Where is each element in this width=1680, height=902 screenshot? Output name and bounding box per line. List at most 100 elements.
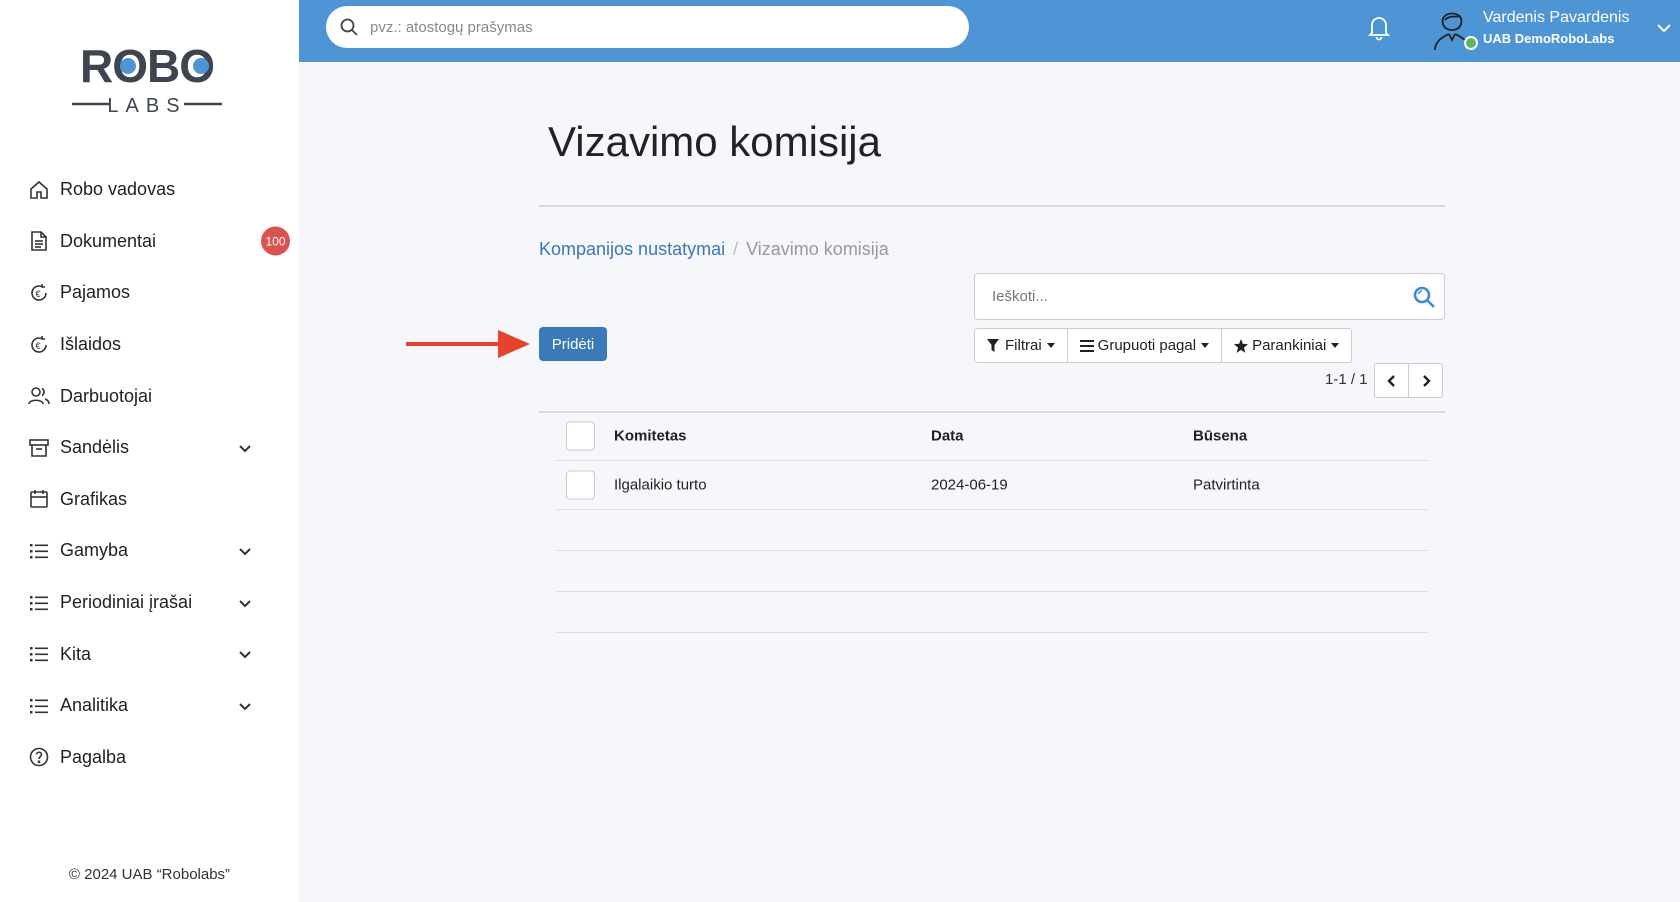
chevron-down-icon: [239, 703, 251, 711]
sidebar-item-darbuotojai[interactable]: Darbuotojai: [0, 370, 299, 422]
sidebar-item-pajamos[interactable]: € Pajamos: [0, 267, 299, 319]
filter-icon: [987, 339, 1001, 353]
euro-refresh-icon: €: [28, 334, 50, 356]
column-header-committee[interactable]: Komitetas: [614, 428, 687, 445]
table-header-row: Komitetas Data Būsena: [556, 412, 1428, 461]
table-row[interactable]: Ilgalaikio turto 2024-06-19 Patvirtinta: [556, 461, 1428, 510]
sidebar-item-robo-vadovas[interactable]: Robo vadovas: [0, 164, 299, 216]
user-name[interactable]: Vardenis Pavardenis: [1483, 9, 1629, 27]
sidebar-item-sandelis[interactable]: Sandėlis: [0, 422, 299, 474]
records-search[interactable]: [974, 273, 1445, 320]
home-icon: [28, 179, 50, 201]
empty-table-row: [556, 551, 1428, 592]
sidebar-item-label: Analitika: [60, 695, 129, 716]
page-title: Vizavimo komisija: [548, 118, 881, 165]
euro-refresh-icon: €: [28, 282, 50, 304]
breadcrumb-current: Vizavimo komisija: [746, 239, 889, 259]
title-divider: [539, 205, 1445, 207]
sidebar-item-kita[interactable]: Kita: [0, 628, 299, 680]
bars-icon: [1079, 339, 1094, 353]
filters-label: Filtrai: [1005, 337, 1042, 354]
robolabs-logo[interactable]: ROBO LABS: [70, 38, 225, 118]
pager-next-button[interactable]: [1408, 363, 1443, 398]
list-icon: [28, 540, 50, 562]
user-company[interactable]: UAB DemoRoboLabs: [1483, 31, 1614, 46]
sidebar-item-periodiniai-irasai[interactable]: Periodiniai įrašai: [0, 577, 299, 629]
sidebar-item-label: Sandėlis: [60, 437, 130, 458]
copyright-text: © 2024 UAB “Robolabs”: [68, 866, 231, 883]
chevron-left-icon: [1386, 374, 1395, 387]
list-icon: [28, 643, 50, 665]
archive-icon: [28, 437, 50, 459]
records-table: Komitetas Data Būsena Ilgalaikio turto 2…: [556, 412, 1428, 633]
sidebar-item-label: Darbuotojai: [60, 385, 153, 406]
chevron-down-icon: [239, 548, 251, 556]
sidebar-item-label: Pagalba: [60, 746, 127, 767]
status-cell: Patvirtinta: [1193, 476, 1260, 494]
document-icon: [28, 230, 50, 252]
bell-icon[interactable]: [1364, 12, 1394, 42]
svg-text:€: €: [36, 341, 41, 351]
committee-cell: Ilgalaikio turto: [614, 476, 707, 494]
sidebar-item-grafikas[interactable]: Grafikas: [0, 474, 299, 526]
sidebar-item-islaidos[interactable]: € Išlaidos: [0, 319, 299, 371]
logo-bottom-text: LABS: [107, 95, 186, 117]
online-status-indicator: [1464, 36, 1478, 50]
favorites-dropdown-button[interactable]: Parankiniai: [1221, 328, 1353, 363]
sidebar-item-label: Dokumentai: [60, 230, 157, 251]
search-icon: [340, 18, 358, 36]
empty-table-row: [556, 510, 1428, 551]
chevron-down-icon: [239, 445, 251, 453]
sidebar-item-label: Grafikas: [60, 488, 128, 509]
breadcrumb-parent-link[interactable]: Kompanijos nustatymai: [539, 239, 725, 259]
global-search-input[interactable]: [370, 18, 930, 36]
calendar-icon: [28, 488, 50, 510]
documents-count-badge: 100: [261, 226, 290, 256]
caret-down-icon: [1046, 343, 1055, 348]
chevron-right-icon: [1422, 374, 1431, 387]
svg-text:€: €: [36, 289, 41, 299]
sidebar: ROBO LABS Robo vadovas Dokumentai 100 € …: [0, 0, 299, 902]
sidebar-item-label: Išlaidos: [60, 334, 122, 355]
add-button[interactable]: Pridėti: [539, 327, 607, 361]
sidebar-item-dokumentai[interactable]: Dokumentai 100: [0, 216, 299, 268]
column-header-status[interactable]: Būsena: [1193, 428, 1247, 445]
sidebar-item-analitika[interactable]: Analitika: [0, 680, 299, 732]
global-search[interactable]: [326, 6, 969, 48]
caret-down-icon: [1201, 343, 1210, 348]
records-search-input[interactable]: [992, 288, 1392, 305]
group-by-dropdown-button[interactable]: Grupuoti pagal: [1066, 328, 1223, 363]
date-cell: 2024-06-19: [931, 476, 1008, 494]
row-checkbox[interactable]: [566, 470, 595, 500]
red-arrow-annotation: [406, 330, 530, 358]
list-icon: [28, 695, 50, 717]
breadcrumb-separator: /: [733, 239, 739, 259]
pager-value: 1-1 / 1: [1325, 371, 1368, 388]
sidebar-item-gamyba[interactable]: Gamyba: [0, 525, 299, 577]
group-by-label: Grupuoti pagal: [1097, 337, 1197, 354]
chevron-down-icon: [239, 651, 251, 659]
breadcrumb: Kompanijos nustatymai / Vizavimo komisija: [539, 239, 889, 260]
column-header-date[interactable]: Data: [931, 428, 964, 445]
sidebar-nav: Robo vadovas Dokumentai 100 € Pajamos € …: [0, 164, 299, 783]
sidebar-item-label: Pajamos: [60, 282, 131, 303]
search-icon[interactable]: [1412, 285, 1436, 309]
users-icon: [28, 385, 50, 407]
empty-table-row: [556, 592, 1428, 633]
caret-down-icon: [1331, 343, 1340, 348]
topbar: Vardenis Pavardenis UAB DemoRoboLabs: [299, 0, 1680, 62]
chevron-down-icon: [239, 599, 251, 607]
pager-previous-button[interactable]: [1374, 363, 1409, 398]
sidebar-item-label: Robo vadovas: [60, 179, 176, 200]
search-options-toolbar: Filtrai Grupuoti pagal Parankiniai: [974, 328, 1353, 363]
help-icon: [28, 746, 50, 768]
chevron-down-icon[interactable]: [1654, 18, 1674, 38]
sidebar-item-pagalba[interactable]: Pagalba: [0, 732, 299, 784]
filters-dropdown-button[interactable]: Filtrai: [974, 328, 1068, 363]
favorites-label: Parankiniai: [1252, 337, 1327, 354]
sidebar-item-label: Gamyba: [60, 540, 129, 561]
sidebar-item-label: Kita: [60, 643, 92, 664]
select-all-checkbox[interactable]: [566, 421, 595, 451]
list-icon: [28, 592, 50, 614]
star-icon: [1234, 338, 1249, 353]
